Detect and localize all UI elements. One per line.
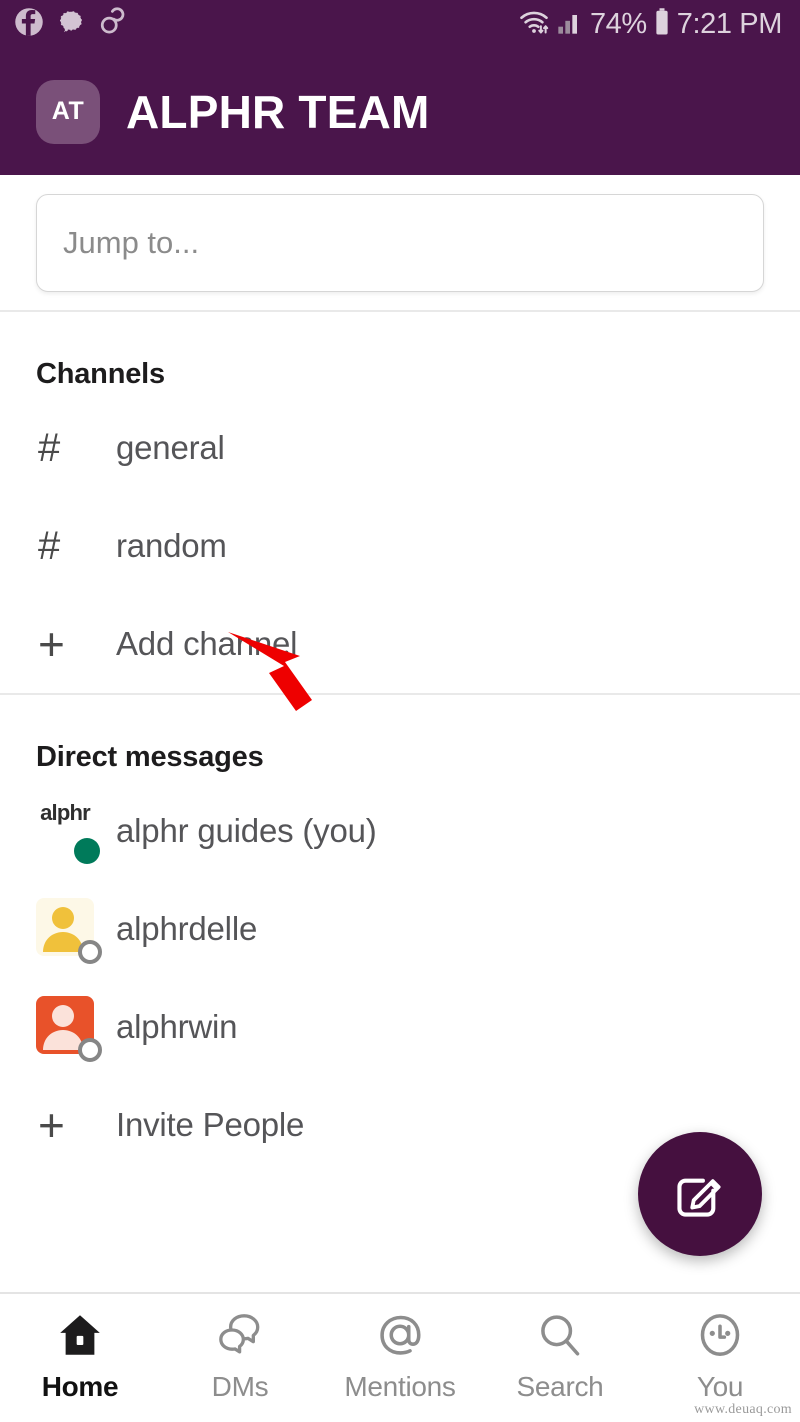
home-icon xyxy=(54,1308,106,1362)
battery-icon xyxy=(653,7,671,42)
search-section: Jump to... xyxy=(0,175,800,312)
nav-tab-search[interactable]: Search xyxy=(480,1308,640,1403)
nav-label-search: Search xyxy=(516,1371,604,1402)
plus-icon: + xyxy=(38,618,65,670)
invite-people-label: Invite People xyxy=(116,1106,305,1143)
channels-section-title: Channels xyxy=(36,358,165,390)
you-face-icon xyxy=(694,1308,746,1362)
presence-indicator-offline xyxy=(78,940,102,964)
message-bubble-icon xyxy=(56,7,86,42)
at-mention-icon xyxy=(374,1308,426,1362)
plus-icon: + xyxy=(38,1099,65,1151)
channel-item-general[interactable]: # general xyxy=(36,399,800,497)
dms-section-title: Direct messages xyxy=(36,741,264,773)
status-bar: 74% 7:21 PM xyxy=(0,0,800,48)
jump-to-search-box[interactable]: Jump to... xyxy=(36,193,764,292)
avatar xyxy=(36,996,102,1062)
add-channel-button[interactable]: + Add channel xyxy=(36,595,800,693)
dm-item-alphrwin[interactable]: alphrwin xyxy=(36,978,800,1076)
status-bar-notification-icons xyxy=(14,6,128,42)
avatar xyxy=(36,898,102,964)
workspace-avatar[interactable]: AT xyxy=(36,79,100,144)
hash-icon: # xyxy=(38,524,61,568)
channel-item-random[interactable]: # random xyxy=(36,497,800,595)
nav-tab-dms[interactable]: DMs xyxy=(160,1308,320,1403)
dm-item-alphr-guides[interactable]: alphr alphr guides (you) xyxy=(36,782,800,880)
nav-label-home: Home xyxy=(41,1371,119,1402)
compose-icon xyxy=(677,1178,721,1217)
hash-icon: # xyxy=(38,426,61,470)
compose-message-button[interactable] xyxy=(638,1132,762,1256)
dms-bubbles-icon xyxy=(214,1308,266,1362)
search-input-placeholder[interactable]: Jump to... xyxy=(63,225,199,261)
cellular-signal-icon xyxy=(556,8,584,41)
battery-percent-label: 74% xyxy=(589,7,647,40)
channels-section: Channels # general # random + Add channe… xyxy=(0,312,800,693)
watermark: www.deuaq.com xyxy=(694,1402,792,1417)
presence-indicator-offline xyxy=(78,1038,102,1062)
add-channel-label: Add channel xyxy=(116,625,298,662)
ring-link-icon xyxy=(98,6,128,42)
nav-label-mentions: Mentions xyxy=(344,1371,456,1402)
nav-tab-home[interactable]: Home xyxy=(0,1308,160,1403)
nav-label-you: You xyxy=(696,1371,744,1402)
presence-indicator-online xyxy=(74,838,100,864)
wifi-data-icon xyxy=(518,7,550,42)
dm-item-alphrdelle[interactable]: alphrdelle xyxy=(36,880,800,978)
facebook-icon xyxy=(14,7,44,42)
channel-label: general xyxy=(116,429,225,466)
dm-label: alphrdelle xyxy=(116,910,258,947)
nav-tab-mentions[interactable]: Mentions xyxy=(320,1308,480,1403)
workspace-header[interactable]: AT ALPHR TEAM xyxy=(0,48,800,175)
clock-label: 7:21 PM xyxy=(676,7,783,40)
nav-tab-you[interactable]: You xyxy=(640,1308,800,1403)
avatar: alphr xyxy=(36,800,100,864)
dm-label: alphr guides (you) xyxy=(116,812,377,849)
direct-messages-section: Direct messages alphr alphr guides (you)… xyxy=(0,695,800,1174)
channel-label: random xyxy=(116,527,227,564)
status-bar-system-icons: 74% 7:21 PM xyxy=(518,7,782,42)
search-magnifier-icon xyxy=(534,1308,586,1362)
nav-label-dms: DMs xyxy=(211,1371,269,1402)
slack-mobile-app: 74% 7:21 PM AT ALPHR TEAM Jump to... Cha… xyxy=(0,0,800,1422)
dm-label: alphrwin xyxy=(116,1008,238,1045)
bottom-navigation-bar: Home DMs Mentions Search You xyxy=(0,1292,800,1422)
workspace-title: ALPHR TEAM xyxy=(126,85,430,138)
